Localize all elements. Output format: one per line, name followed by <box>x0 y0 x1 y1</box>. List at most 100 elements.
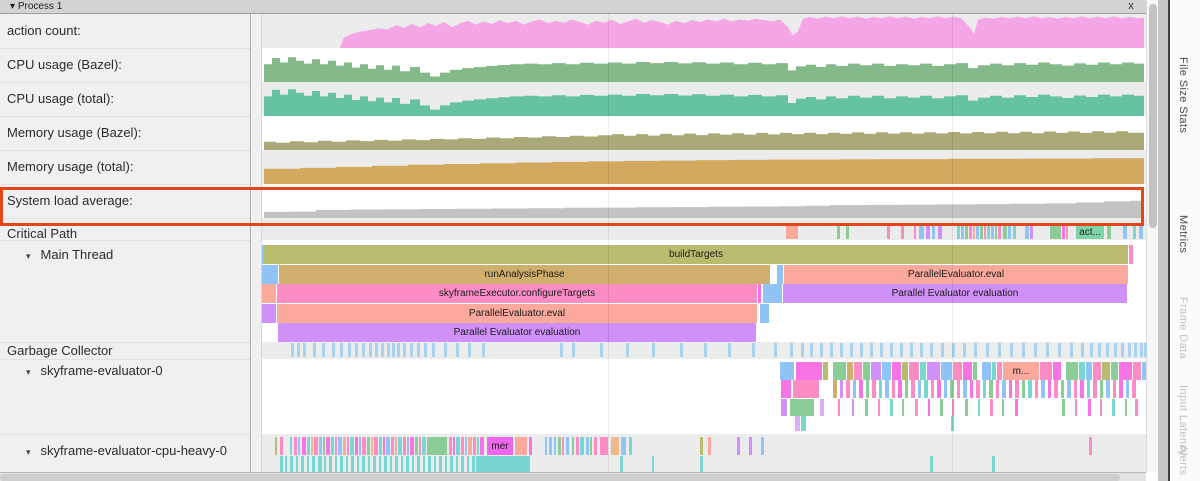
event-slice <box>680 343 683 357</box>
flame-bar[interactable] <box>262 304 276 323</box>
event-slice <box>384 456 387 472</box>
event-slice <box>290 456 293 472</box>
event-slice <box>375 343 378 357</box>
horizontal-scrollbar-thumb[interactable] <box>0 474 1120 481</box>
event-slice <box>996 380 999 398</box>
event-slice <box>359 437 361 455</box>
event-slice <box>410 437 414 455</box>
event-slice <box>830 343 833 357</box>
flame-bar[interactable] <box>760 304 769 323</box>
event-slice <box>476 456 530 472</box>
event-slice <box>931 380 934 398</box>
m-badge[interactable]: m... <box>1003 362 1039 380</box>
event-slice <box>957 226 960 239</box>
event-slice <box>629 437 632 455</box>
event-slice <box>350 437 354 455</box>
event-slice <box>860 343 863 357</box>
event-slice <box>927 362 940 380</box>
flame-bar-buildtargets[interactable]: buildTargets <box>264 245 1128 264</box>
event-slice <box>1002 399 1004 416</box>
event-slice <box>586 437 589 455</box>
cpu-usage-bazel-chart <box>262 48 1146 82</box>
event-slice <box>1134 343 1137 357</box>
event-slice <box>1008 226 1011 239</box>
event-slice <box>1075 399 1077 416</box>
flame-bar-parallel-evaluator-evaluation[interactable]: Parallel Evaluator evaluation <box>278 323 756 342</box>
event-slice <box>1089 437 1092 455</box>
event-slice <box>840 380 843 398</box>
event-slice <box>467 456 469 472</box>
event-slice <box>837 226 840 239</box>
mer-badge[interactable]: mer <box>487 437 513 455</box>
event-slice <box>1098 343 1101 357</box>
event-slice <box>915 399 918 416</box>
side-tab-frame-data[interactable]: Frame Data <box>1177 288 1189 368</box>
flame-bar[interactable] <box>262 284 276 303</box>
memory-usage-bazel-chart <box>262 116 1146 150</box>
side-tab-alerts[interactable]: Alerts <box>1177 440 1189 481</box>
event-slice <box>1080 380 1084 398</box>
event-slice <box>407 437 409 455</box>
event-slice <box>987 226 990 239</box>
flame-bar[interactable] <box>262 265 278 284</box>
flame-bar[interactable] <box>1129 245 1133 264</box>
act-badge[interactable]: act... <box>1076 226 1104 239</box>
vertical-scrollbar-thumb[interactable] <box>1149 4 1157 228</box>
flame-bar-parallelevaluator-eval[interactable]: ParallelEvaluator.eval <box>277 304 757 323</box>
event-slice <box>944 380 947 398</box>
event-slice <box>290 437 292 455</box>
event-slice <box>900 343 903 357</box>
event-slice <box>937 380 941 398</box>
flame-bar-skyframeexecutor-configuretargets[interactable]: skyframeExecutor.configureTargets <box>277 284 757 303</box>
event-slice <box>998 343 1001 357</box>
event-slice <box>963 362 972 380</box>
event-slice <box>326 437 330 455</box>
event-slice <box>700 456 703 472</box>
event-slice <box>761 437 764 455</box>
event-slice <box>919 226 924 239</box>
event-slice <box>566 437 569 455</box>
event-slice <box>456 437 460 455</box>
flame-bar[interactable] <box>758 284 761 303</box>
event-slice <box>752 343 755 357</box>
event-slice <box>823 362 828 380</box>
event-slice <box>1066 226 1068 239</box>
event-slice <box>1010 343 1013 357</box>
event-slice <box>1106 380 1110 398</box>
timeline-canvas[interactable]: buildTargetsrunAnalysisPhase ParallelEval… <box>0 0 1146 472</box>
event-slice <box>368 456 370 472</box>
event-slice <box>1079 362 1085 380</box>
flame-bar[interactable] <box>777 265 783 284</box>
flame-bar-parallelevaluator-eval[interactable]: ParallelEvaluator.eval <box>784 265 1128 284</box>
event-slice <box>978 399 980 416</box>
event-slice <box>453 437 455 455</box>
event-slice <box>781 380 791 398</box>
event-slice <box>1048 380 1051 398</box>
event-slice <box>793 380 819 398</box>
event-slice <box>600 343 603 357</box>
event-slice <box>1111 362 1118 380</box>
event-slice <box>892 380 895 398</box>
event-slice <box>1132 380 1136 398</box>
event-slice <box>840 343 843 357</box>
event-slice <box>882 362 891 380</box>
event-slice <box>398 437 402 455</box>
event-slice <box>1070 343 1073 357</box>
event-slice <box>1028 380 1032 398</box>
vertical-scrollbar[interactable] <box>1146 0 1158 472</box>
event-slice <box>885 380 889 398</box>
horizontal-scrollbar[interactable] <box>0 472 1146 481</box>
event-slice <box>1086 362 1092 380</box>
flame-bar-runanalysisphase[interactable]: runAnalysisPhase <box>279 265 770 284</box>
side-tab-metrics[interactable]: Metrics <box>1177 198 1189 270</box>
event-slice <box>1139 226 1143 239</box>
flame-bar-parallel-evaluator-evaluation[interactable]: Parallel Evaluator evaluation <box>783 284 1127 303</box>
event-slice <box>335 456 337 472</box>
side-tab-file-size-stats[interactable]: File Size Stats <box>1177 20 1189 170</box>
flame-bar[interactable] <box>763 284 782 303</box>
event-slice <box>1107 226 1111 239</box>
event-slice <box>572 343 575 357</box>
event-slice <box>338 437 342 455</box>
event-slice <box>938 226 942 239</box>
event-slice <box>419 437 421 455</box>
